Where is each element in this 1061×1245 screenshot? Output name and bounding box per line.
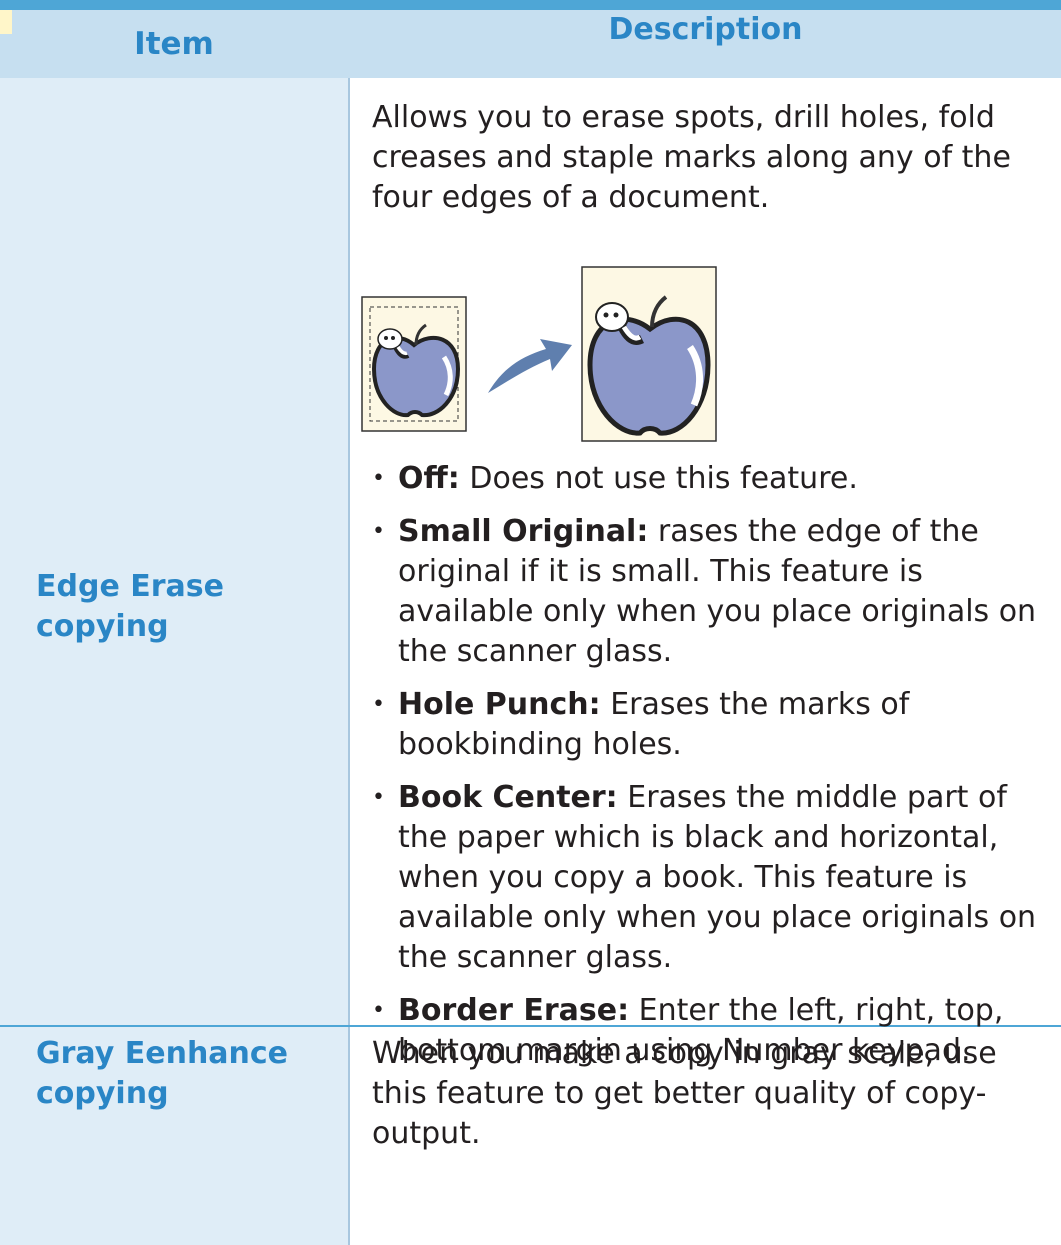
original-small-image	[361, 296, 467, 432]
table-header: Item Description	[0, 10, 1061, 78]
row-edge-erase-item: Edge Erase copying	[36, 569, 224, 644]
corner-tab	[0, 10, 12, 34]
option-name: Hole Punch:	[398, 687, 601, 722]
option-name: Off:	[398, 461, 460, 496]
edge-erase-options: • Off: Does not use this feature. • Smal…	[372, 459, 1052, 1084]
row-gray-enhance-item: Gray Eenhance copying	[36, 1036, 289, 1111]
row-gray-enhance-description: When you make a copy in gray scale, use …	[372, 1036, 997, 1151]
option-name: Border Erase:	[398, 993, 630, 1028]
erased-result-image	[581, 266, 717, 442]
bullet-icon: •	[372, 692, 385, 717]
bullet-icon: •	[372, 519, 385, 544]
option-text: Does not use this feature.	[469, 461, 858, 496]
edge-erase-illustration	[361, 266, 717, 442]
option-name: Book Center:	[398, 780, 618, 815]
list-item: • Hole Punch: Erases the marks of bookbi…	[372, 685, 1052, 765]
header-description: Description	[608, 12, 803, 47]
option-name: Small Original:	[398, 514, 649, 549]
top-rule	[0, 0, 1061, 10]
list-item: • Book Center: Erases the middle part of…	[372, 778, 1052, 978]
bullet-icon: •	[372, 785, 385, 810]
list-item: • Small Original: rases the edge of the …	[372, 512, 1052, 672]
column-divider	[348, 78, 350, 1245]
arrow-icon	[488, 339, 572, 393]
row-edge-erase-intro: Allows you to erase spots, drill holes, …	[372, 100, 1011, 215]
list-item: • Off: Does not use this feature.	[372, 459, 1052, 499]
bullet-icon: •	[372, 466, 385, 491]
feature-table: Item Description Edge Erase copying Allo…	[0, 10, 1061, 1245]
header-item: Item	[134, 26, 214, 62]
bullet-icon: •	[372, 998, 385, 1023]
